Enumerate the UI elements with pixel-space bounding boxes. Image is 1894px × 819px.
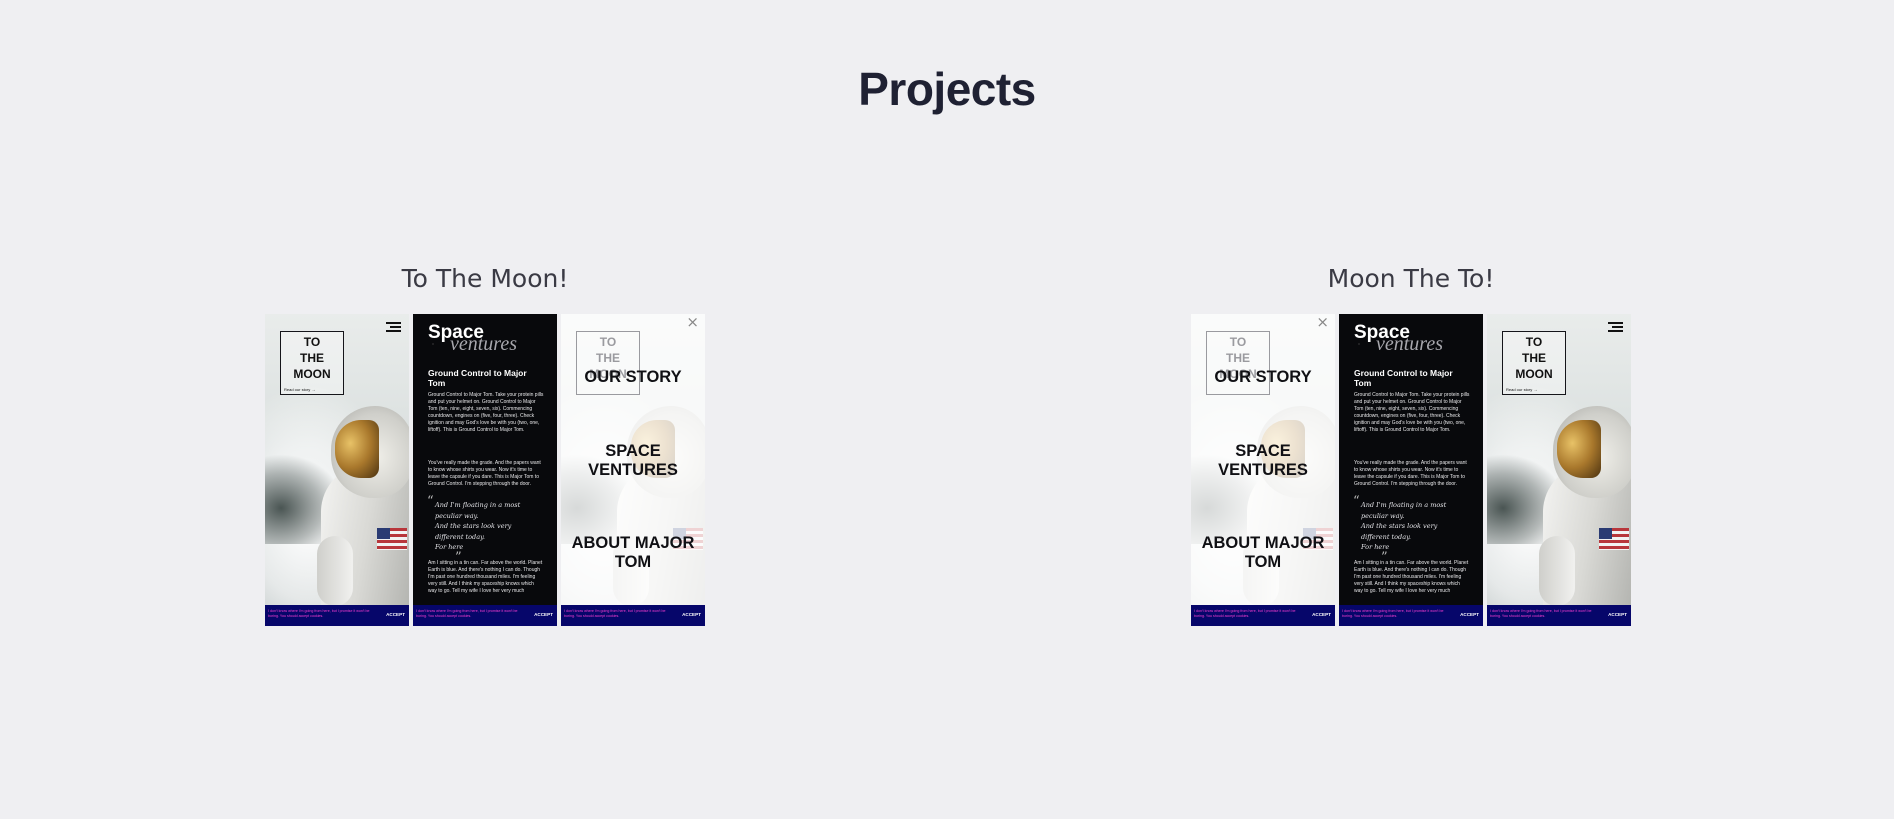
close-icon[interactable]: × <box>686 315 699 330</box>
cookie-text: I don't know where I'm going from here, … <box>1342 609 1444 618</box>
article-paragraph: You've really made the grade. And the pa… <box>1354 460 1467 487</box>
helmet-visor <box>1557 420 1601 478</box>
cookie-banner: I don't know where I'm going from here, … <box>265 605 409 626</box>
hamburger-menu-icon[interactable] <box>386 322 401 332</box>
to-the-moon-logo[interactable]: TO THE MOON Read our story → <box>1502 331 1566 395</box>
article-quote: And I'm floating in a most peculiar way.… <box>435 501 521 551</box>
accept-cookies-button[interactable]: ACCEPT <box>386 612 405 617</box>
hamburger-menu-icon[interactable] <box>1608 322 1623 332</box>
accept-cookies-button[interactable]: ACCEPT <box>1312 612 1331 617</box>
menu-item-our-story[interactable]: OUR STORY <box>1191 368 1335 387</box>
article-quote: And I'm floating in a most peculiar way.… <box>1361 501 1447 551</box>
read-story-link[interactable]: Read our story → <box>284 387 315 392</box>
cookie-text: I don't know where I'm going from here, … <box>1490 609 1592 618</box>
menu-screen-preview[interactable]: TO THE MOON × OUR STORY SPACE VENTURES A… <box>561 314 705 626</box>
cookie-banner: I don't know where I'm going from here, … <box>1339 605 1483 626</box>
cookie-banner: I don't know where I'm going from here, … <box>1487 605 1631 626</box>
menu-item-our-story[interactable]: OUR STORY <box>561 368 705 387</box>
project-title[interactable]: To The Moon! <box>265 262 705 296</box>
home-screen-preview[interactable]: TO THE MOON Read our story → I don't kno… <box>265 314 409 626</box>
project-preview-images[interactable]: TO THE MOON Read our story → I don't kno… <box>265 314 705 626</box>
cookie-text: I don't know where I'm going from here, … <box>564 609 666 618</box>
cookie-text: I don't know where I'm going from here, … <box>268 609 370 618</box>
space-ventures-logo: Space ventures <box>428 322 518 355</box>
article-paragraph: Am I sitting in a tin can. Far above the… <box>1354 560 1469 594</box>
article-paragraph: Am I sitting in a tin can. Far above the… <box>428 560 543 594</box>
menu-item-about-major-tom[interactable]: ABOUT MAJOR TOM <box>561 534 705 572</box>
read-story-link[interactable]: Read our story → <box>1506 387 1537 392</box>
to-the-moon-logo[interactable]: TO THE MOON Read our story → <box>280 331 344 395</box>
home-screen-preview[interactable]: TO THE MOON Read our story → I don't kno… <box>1487 314 1631 626</box>
cookie-banner: I don't know where I'm going from here, … <box>413 605 557 626</box>
menu-item-about-major-tom[interactable]: ABOUT MAJOR TOM <box>1191 534 1335 572</box>
cookie-text: I don't know where I'm going from here, … <box>416 609 518 618</box>
project-preview-images[interactable]: TO THE MOON × OUR STORY SPACE VENTURES A… <box>1191 314 1631 626</box>
helmet-visor <box>335 420 379 478</box>
article-paragraph: Ground Control to Major Tom. Take your p… <box>1354 392 1470 433</box>
cookie-banner: I don't know where I'm going from here, … <box>1191 605 1335 626</box>
article-title: Ground Control to Major Tom <box>428 368 527 388</box>
flag-patch-icon <box>1599 528 1629 550</box>
accept-cookies-button[interactable]: ACCEPT <box>1460 612 1479 617</box>
menu-screen-preview[interactable]: TO THE MOON × OUR STORY SPACE VENTURES A… <box>1191 314 1335 626</box>
article-screen-preview[interactable]: Space ventures Ground Control to Major T… <box>1339 314 1483 626</box>
project-title[interactable]: Moon The To! <box>1191 262 1631 296</box>
accept-cookies-button[interactable]: ACCEPT <box>1608 612 1627 617</box>
article-paragraph: Ground Control to Major Tom. Take your p… <box>428 392 544 433</box>
article-screen-preview[interactable]: Space ventures Ground Control to Major T… <box>413 314 557 626</box>
accept-cookies-button[interactable]: ACCEPT <box>682 612 701 617</box>
accept-cookies-button[interactable]: ACCEPT <box>534 612 553 617</box>
menu-item-space-ventures[interactable]: SPACE VENTURES <box>561 442 705 480</box>
flag-patch-icon <box>377 528 407 550</box>
article-paragraph: You've really made the grade. And the pa… <box>428 460 541 487</box>
space-ventures-logo: Space ventures <box>1354 322 1444 355</box>
project-card[interactable]: Moon The To! TO THE MOON × OUR STORY SPA… <box>1191 262 1631 626</box>
project-card[interactable]: To The Moon! TO THE MOON Read our story … <box>265 262 705 626</box>
article-title: Ground Control to Major Tom <box>1354 368 1453 388</box>
page-title: Projects <box>858 63 1036 115</box>
close-icon[interactable]: × <box>1316 315 1329 330</box>
cookie-text: I don't know where I'm going from here, … <box>1194 609 1296 618</box>
menu-item-space-ventures[interactable]: SPACE VENTURES <box>1191 442 1335 480</box>
cookie-banner: I don't know where I'm going from here, … <box>561 605 705 626</box>
